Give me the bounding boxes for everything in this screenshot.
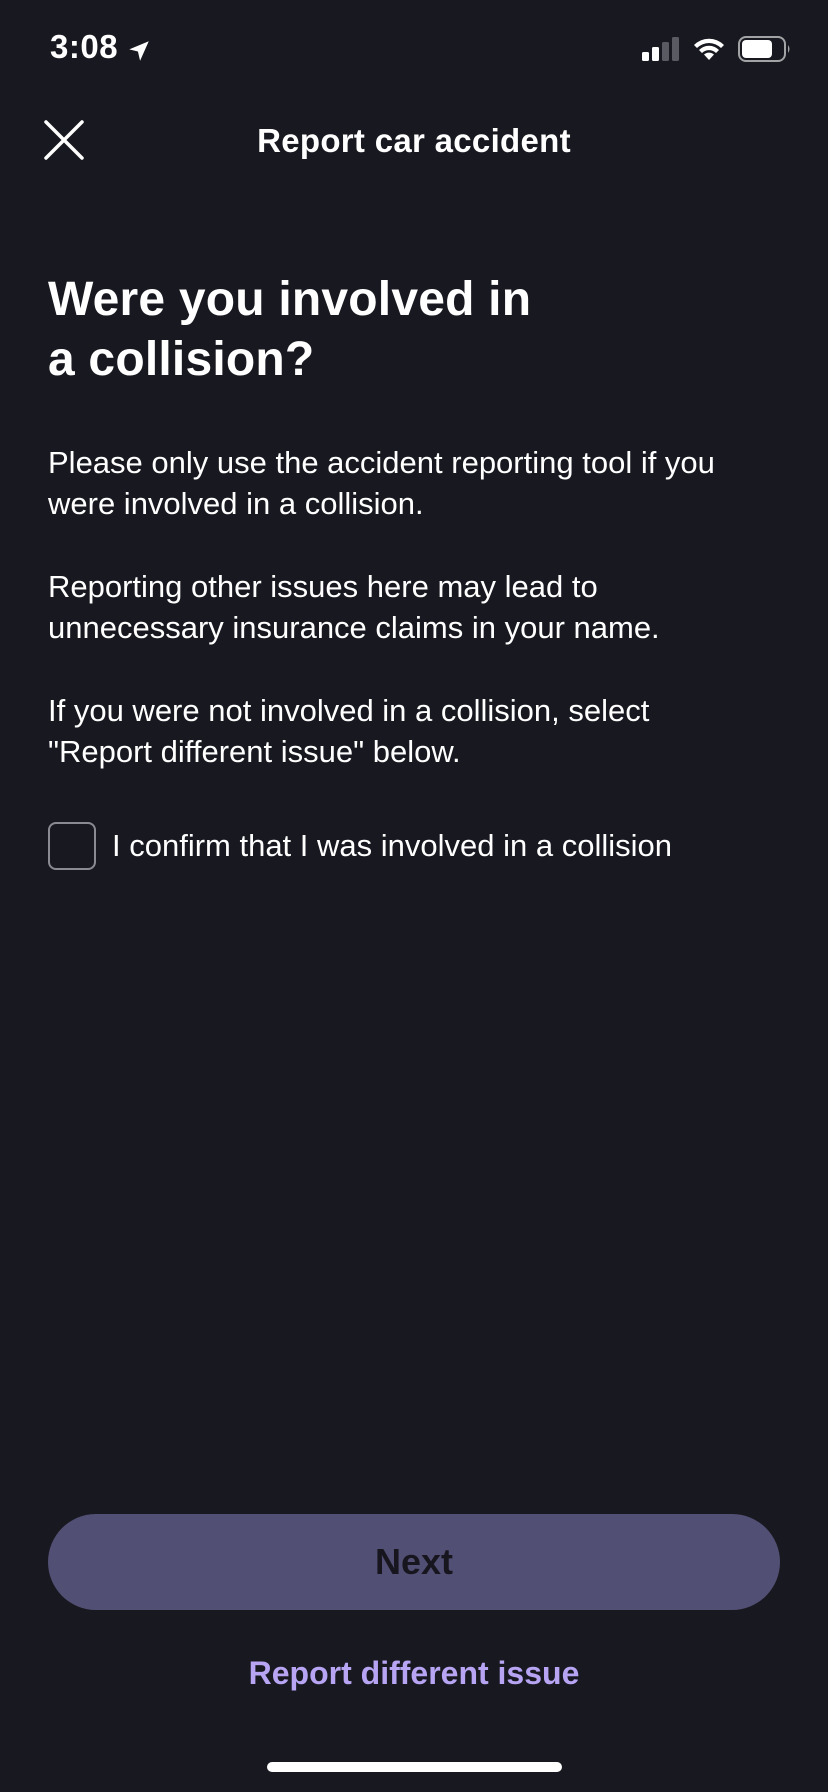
status-bar: 3:08 [0, 0, 828, 100]
confirm-collision-label[interactable]: I confirm that I was involved in a colli… [112, 828, 672, 864]
battery-icon [738, 36, 792, 67]
info-paragraph-1: Please only use the accident reporting t… [48, 445, 715, 521]
info-paragraph-2: Reporting other issues here may lead to … [48, 569, 660, 645]
status-time-group: 3:08 [50, 28, 152, 66]
report-different-issue-link[interactable]: Report different issue [0, 1655, 828, 1692]
main-content: Were you involved in a collision? Please… [48, 270, 788, 870]
page-title: Were you involved in a collision? [48, 273, 532, 386]
header-title: Report car accident [257, 122, 571, 159]
status-time: 3:08 [50, 28, 119, 65]
location-arrow-icon [126, 34, 152, 61]
cellular-signal-icon [642, 37, 680, 66]
info-paragraph-3: If you were not involved in a collision,… [48, 693, 650, 769]
wifi-icon [692, 36, 726, 67]
home-indicator [267, 1762, 562, 1772]
confirm-collision-checkbox[interactable] [48, 822, 96, 870]
status-indicators [642, 36, 792, 67]
header: Report car accident [0, 100, 828, 182]
next-button[interactable]: Next [48, 1514, 780, 1610]
confirm-collision-row[interactable]: I confirm that I was involved in a colli… [48, 822, 788, 870]
